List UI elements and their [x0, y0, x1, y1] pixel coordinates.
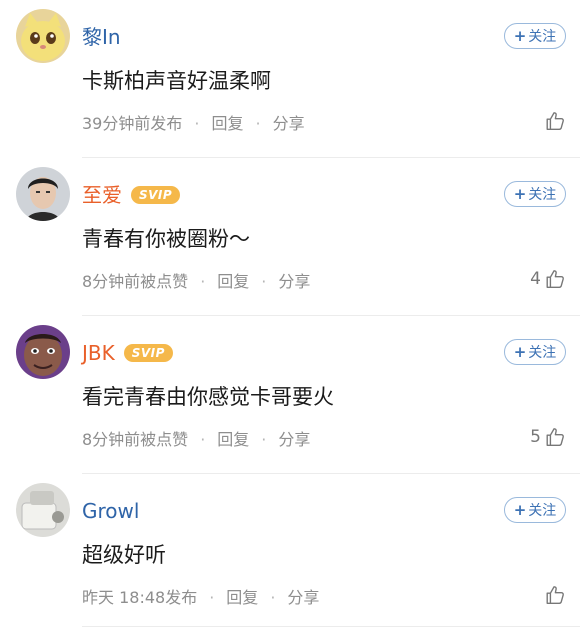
- comment-time: 8分钟前被点赞: [82, 272, 189, 291]
- plus-icon: +: [513, 501, 527, 519]
- reply-button[interactable]: 回复: [217, 428, 249, 452]
- thumbs-up-icon: [546, 270, 564, 288]
- avatar[interactable]: [16, 9, 70, 63]
- like-button[interactable]: 4: [530, 268, 566, 290]
- comment-time: 39分钟前发布: [82, 114, 183, 133]
- username[interactable]: JBK: [82, 338, 115, 368]
- face-avatar-icon: [16, 325, 70, 379]
- follow-label: 关注: [528, 345, 557, 361]
- separator-dot: ·: [200, 272, 206, 291]
- reply-button[interactable]: 回复: [226, 586, 258, 610]
- share-button[interactable]: 分享: [273, 112, 305, 136]
- like-count: 4: [530, 269, 541, 289]
- plus-icon: +: [513, 27, 527, 45]
- follow-label: 关注: [528, 503, 557, 519]
- follow-button[interactable]: + 关注: [504, 339, 566, 365]
- separator-dot: ·: [270, 588, 276, 607]
- share-button[interactable]: 分享: [287, 586, 319, 610]
- thumbs-up-icon: [546, 586, 564, 604]
- plus-icon: +: [513, 343, 527, 361]
- separator-dot: ·: [194, 114, 200, 133]
- like-button[interactable]: [541, 110, 566, 132]
- like-button[interactable]: 5: [530, 426, 566, 448]
- follow-button[interactable]: + 关注: [504, 23, 566, 49]
- username[interactable]: Growl: [82, 496, 139, 526]
- person-avatar-icon: [16, 167, 70, 221]
- comment-text: 超级好听: [82, 543, 166, 567]
- separator-dot: ·: [255, 114, 261, 133]
- follow-label: 关注: [528, 187, 557, 203]
- object-avatar-icon: [16, 483, 70, 537]
- username[interactable]: 黎In: [82, 22, 121, 52]
- plus-icon: +: [513, 185, 527, 203]
- separator-dot: ·: [261, 430, 267, 449]
- comment-item: 黎In + 关注 卡斯柏声音好温柔啊 39分钟前发布 · 回复 · 分享: [0, 0, 580, 158]
- separator-dot: ·: [200, 430, 206, 449]
- share-button[interactable]: 分享: [278, 428, 310, 452]
- comment-text: 卡斯柏声音好温柔啊: [82, 69, 271, 93]
- username[interactable]: 至爱: [82, 180, 122, 210]
- separator-dot: ·: [209, 588, 215, 607]
- cat-avatar-icon: [16, 9, 70, 63]
- follow-button[interactable]: + 关注: [504, 181, 566, 207]
- share-button[interactable]: 分享: [278, 270, 310, 294]
- comment-item: Growl + 关注 超级好听 昨天 18:48发布 · 回复 · 分享: [0, 474, 580, 627]
- avatar[interactable]: [16, 325, 70, 379]
- svip-badge: SVIP: [123, 344, 173, 362]
- avatar[interactable]: [16, 483, 70, 537]
- thumbs-up-icon: [546, 112, 564, 130]
- separator-dot: ·: [261, 272, 267, 291]
- thumbs-up-icon: [546, 428, 564, 446]
- like-count: 5: [530, 427, 541, 447]
- comment-item: JBK SVIP + 关注 看完青春由你感觉卡哥要火 8分钟前被点赞 · 回复 …: [0, 316, 580, 474]
- avatar[interactable]: [16, 167, 70, 221]
- follow-label: 关注: [528, 29, 557, 45]
- comment-item: 至爱 SVIP + 关注 青春有你被圈粉～ 8分钟前被点赞 · 回复 · 分享 …: [0, 158, 580, 316]
- comment-text: 青春有你被圈粉～: [82, 227, 250, 251]
- svip-badge: SVIP: [131, 186, 181, 204]
- comment-text: 看完青春由你感觉卡哥要火: [82, 385, 334, 409]
- comment-time: 昨天 18:48发布: [82, 588, 198, 607]
- follow-button[interactable]: + 关注: [504, 497, 566, 523]
- reply-button[interactable]: 回复: [217, 270, 249, 294]
- reply-button[interactable]: 回复: [211, 112, 243, 136]
- comment-time: 8分钟前被点赞: [82, 430, 189, 449]
- like-button[interactable]: [541, 584, 566, 606]
